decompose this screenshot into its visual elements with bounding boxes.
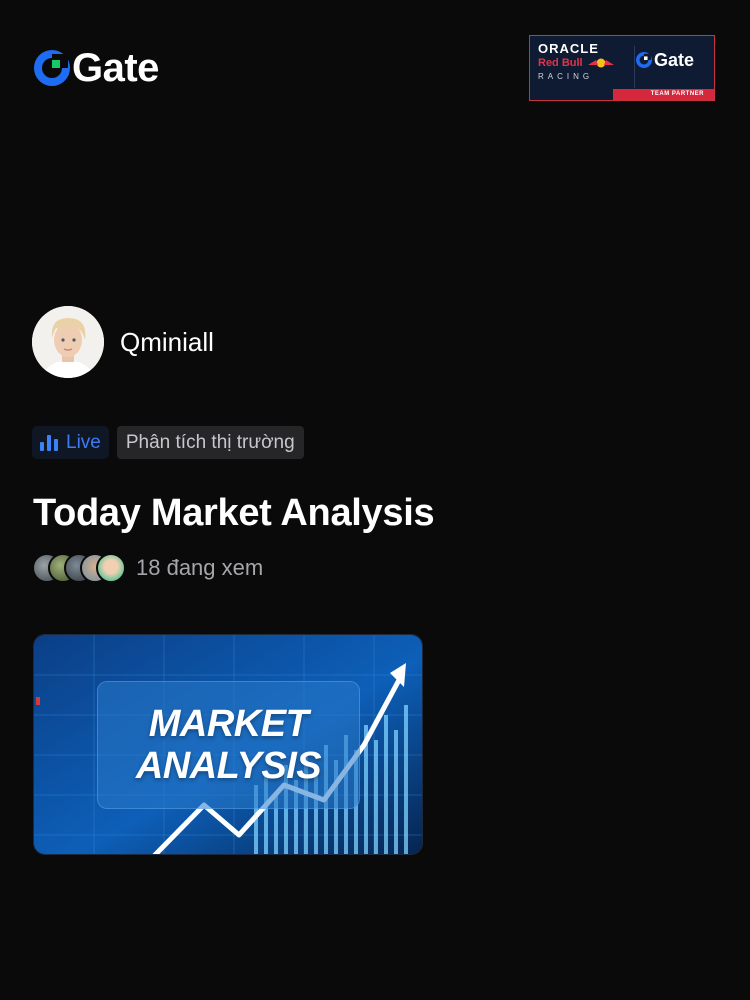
viewer-count-label: 18 đang xem — [136, 555, 264, 580]
racing-logo-text: RACING — [538, 72, 594, 81]
avatar[interactable] — [32, 306, 104, 378]
partner-banner: ORACLE Red Bull RACING Gate TEAM PARTNER — [529, 35, 715, 101]
host-name[interactable]: Qminiall — [120, 327, 214, 358]
viewer-avatar — [96, 553, 126, 583]
live-badge: Live — [32, 426, 109, 459]
brand-name: Gate — [72, 46, 159, 90]
category-tag[interactable]: Phân tích thị trường — [116, 426, 304, 459]
viewer-avatars — [32, 553, 126, 583]
team-partner-label: TEAM PARTNER — [650, 91, 704, 97]
live-stream-page: Gate ORACLE Red Bull RACING Gate TEAM PA… — [0, 0, 750, 1000]
stream-title: Today Market Analysis — [33, 492, 435, 534]
oracle-logo-text: ORACLE — [538, 41, 599, 56]
live-bars-icon — [40, 434, 58, 451]
partner-gate-text: Gate — [654, 50, 695, 70]
gate-logo-icon — [34, 50, 70, 86]
stream-thumbnail[interactable]: MARKET ANALYSIS — [33, 634, 423, 855]
partner-oracle-redbull-logo: ORACLE Red Bull RACING — [538, 42, 630, 82]
thumbnail-title-card: MARKET ANALYSIS — [97, 681, 360, 809]
category-label: Phân tích thị trường — [125, 431, 295, 453]
host-info[interactable]: Qminiall — [32, 306, 214, 378]
avatar-image — [32, 306, 104, 378]
thumbnail-line-1: MARKET — [148, 703, 309, 745]
thumbnail-line-2: ANALYSIS — [135, 745, 322, 787]
redbull-logo-text: Red Bull — [538, 57, 583, 69]
gate-logo-icon — [636, 52, 652, 68]
stream-tags: Live Phân tích thị trường — [32, 426, 304, 459]
partner-divider — [634, 46, 635, 88]
redbull-icon — [587, 58, 614, 68]
viewer-count: 18 đang xem — [32, 553, 263, 583]
gate-logo[interactable]: Gate — [34, 48, 159, 88]
partner-gate-logo: Gate — [636, 50, 694, 70]
live-label: Live — [66, 431, 101, 453]
